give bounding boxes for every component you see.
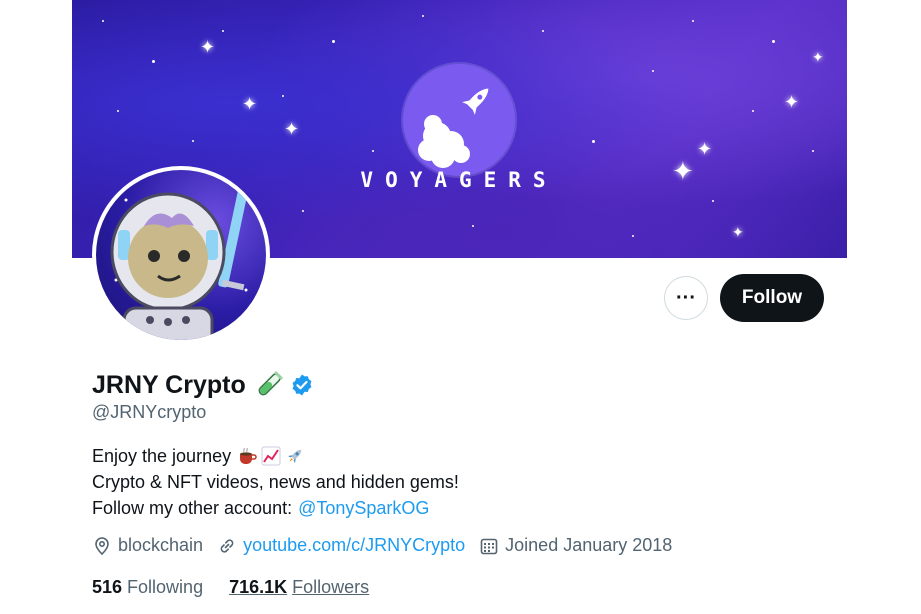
mention-link[interactable]: @TonySparkOG [298,495,429,521]
sparkle-star-icon: ✦ [812,49,824,65]
sparkle-star-icon: ✦ [732,224,744,240]
location-text: blockchain [118,535,204,555]
sparkle-star-icon: ✦ [284,119,300,139]
display-name: JRNY Crypto [92,370,246,399]
profile-bio: Enjoy the journey Crypto & NFT videos, n… [92,443,459,521]
sparkle-star-icon: ✦ [200,37,216,57]
sparkle-star-icon: ✦ [784,92,800,112]
sparkle-star-icon: ✦ [697,139,713,159]
sparkle-star-icon: ✦ [672,156,694,186]
chart-increasing-emoji-icon [261,446,281,466]
avatar-image [96,170,266,340]
website-item[interactable]: youtube.com/c/JRNYCrypto [217,535,465,556]
test-tube-emoji-icon [258,371,283,396]
avatar[interactable] [92,166,270,344]
bio-text-line: Enjoy the journey [92,446,232,466]
voyagers-logo [403,64,515,176]
bio-text-line: Follow my other account: [92,498,293,518]
following-label: Following [127,577,204,597]
calendar-icon [480,538,498,554]
rocket-emoji-icon [288,449,302,464]
joined-item: Joined January 2018 [479,535,672,556]
profile-card: ✦ ✦ ✦ ✦ ✦ ✦ ✦ ✦ VOYAGERS ··· Follow JRNY… [72,0,847,614]
following-stat[interactable]: 516 Following [92,577,203,598]
followers-count: 716.1K [229,577,288,597]
following-count: 516 [92,577,123,597]
profile-stats: 516 Following 716.1K Followers [92,577,395,598]
profile-meta: blockchain youtube.com/c/JRNYCrypto Join… [92,535,686,556]
brand-text: VOYAGERS [360,168,558,192]
location-pin-icon [95,536,109,555]
bio-text-line: Crypto & NFT videos, news and hidden gem… [92,472,459,492]
verified-badge-icon[interactable] [290,373,314,397]
coffee-emoji-icon [240,447,257,464]
profile-handle: @JRNYcrypto [92,402,207,422]
rocket-icon [418,88,489,168]
link-icon [220,538,234,553]
profile-name-row: JRNY Crypto [92,370,314,400]
more-options-button[interactable]: ··· [664,276,708,320]
followers-stat[interactable]: 716.1K Followers [229,577,369,598]
followers-label: Followers [292,577,370,597]
sparkle-star-icon: ✦ [242,94,258,114]
joined-text: Joined January 2018 [505,535,673,555]
location-item: blockchain [92,535,203,556]
follow-button[interactable]: Follow [720,274,824,322]
website-link[interactable]: youtube.com/c/JRNYCrypto [243,535,465,556]
